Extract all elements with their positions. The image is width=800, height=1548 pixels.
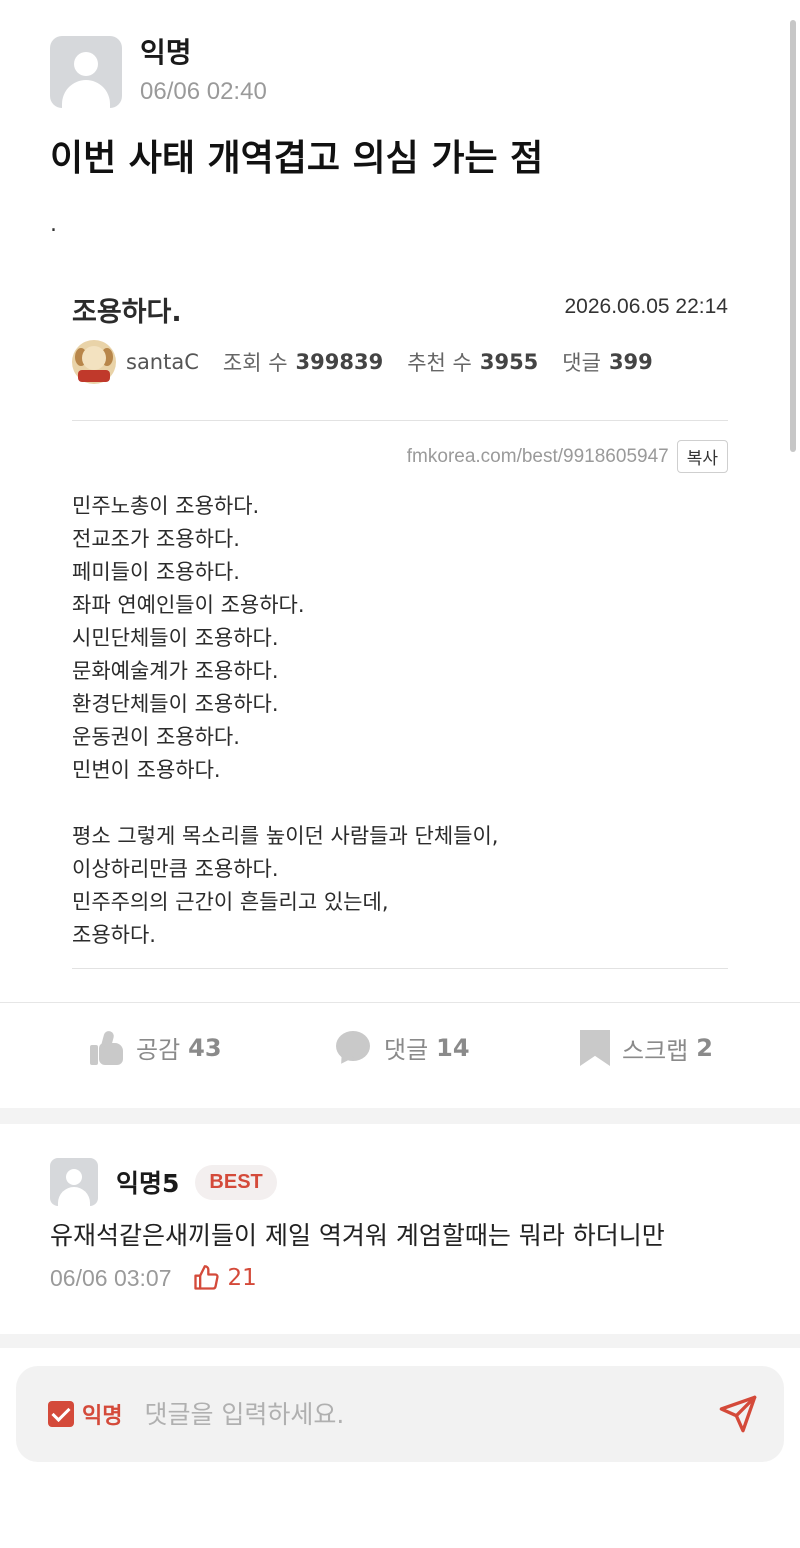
author-name[interactable]: 익명 <box>140 36 267 70</box>
section-separator <box>0 1108 800 1124</box>
embed-line: 시민단체들이 조용하다. <box>72 626 279 650</box>
anonymous-label[interactable]: 익명 <box>82 1398 122 1430</box>
divider <box>72 420 728 421</box>
embed-line: 민주노총이 조용하다. <box>72 494 260 518</box>
comment-author[interactable]: 익명5 <box>116 1164 179 1200</box>
comment-date: 06/06 03:07 <box>50 1264 172 1291</box>
like-button[interactable]: 공감 43 <box>90 1029 222 1065</box>
comment-header: 익명5 BEST <box>50 1158 770 1206</box>
embed-title: 조용하다. <box>72 297 182 328</box>
post-header: 익명 06/06 02:40 <box>50 36 267 108</box>
copy-button[interactable]: 복사 <box>676 440 728 473</box>
avatar-icon[interactable] <box>50 1158 98 1206</box>
recommend-count: 3955 <box>479 350 539 374</box>
scrap-label: 스크랩 <box>622 1036 689 1065</box>
views-count: 399839 <box>295 350 384 374</box>
author-block: 익명 06/06 02:40 <box>140 36 267 108</box>
thumbs-up-icon <box>90 1029 124 1065</box>
avatar-icon[interactable] <box>50 36 122 108</box>
views-label: 조회 수 <box>222 351 288 375</box>
embed-line: 전교조가 조용하다. <box>72 527 240 551</box>
embed-url-row: fmkorea.com/best/9918605947 복사 <box>407 440 728 473</box>
dog-avatar-icon <box>72 340 116 384</box>
post-title: 이번 사태 개역겹고 의심 가는 점 <box>50 138 544 179</box>
post-date: 06/06 02:40 <box>140 78 267 105</box>
embed-line: 운동권이 조용하다. <box>72 725 240 749</box>
like-label: 공감 <box>136 1036 181 1064</box>
comment-input[interactable] <box>144 1399 665 1429</box>
embed-author: santaC <box>126 350 199 374</box>
recommend-label: 추천 수 <box>407 351 472 375</box>
embed-line: 페미들이 조용하다. <box>72 560 240 584</box>
scrap-count: 2 <box>696 1034 713 1062</box>
comment-text: 유재석같은새끼들이 제일 역겨워 계엄할때는 뭐라 하더니만 <box>50 1221 665 1250</box>
divider <box>72 968 728 969</box>
comment-label: 댓글 <box>384 1036 429 1064</box>
action-bar: 공감 43 댓글 14 스크랩 2 <box>0 1029 800 1084</box>
embed-line: 평소 그렇게 목소리를 높이던 사람들과 단체들이, <box>72 824 499 848</box>
embed-line: 조용하다. <box>72 923 156 947</box>
section-separator <box>0 1334 800 1348</box>
best-badge: BEST <box>195 1164 277 1200</box>
embed-line: 이상하리만큼 조용하다. <box>72 857 279 881</box>
comment-footer: 06/06 03:07 21 <box>50 1264 770 1292</box>
embed-meta: santaC 조회 수 399839 추천 수 3955 댓글 399 <box>72 340 653 384</box>
anonymous-checkbox[interactable] <box>48 1401 74 1427</box>
best-comment: 익명5 BEST 유재석같은새끼들이 제일 역겨워 계엄할때는 뭐라 하더니만 … <box>50 1158 770 1292</box>
embed-line: 환경단체들이 조용하다. <box>72 692 279 716</box>
post-body-text: . <box>50 212 57 237</box>
divider <box>0 1002 800 1003</box>
scrap-button[interactable]: 스크랩 2 <box>580 1030 713 1066</box>
bookmark-icon <box>580 1030 610 1066</box>
embed-line: 문화예술계가 조용하다. <box>72 659 279 683</box>
comment-count: 14 <box>436 1033 470 1062</box>
embed-comments-label: 댓글 <box>562 351 601 375</box>
comment-button[interactable]: 댓글 14 <box>335 1030 470 1068</box>
source-url[interactable]: fmkorea.com/best/9918605947 <box>407 446 669 468</box>
embed-line: 민주주의의 근간이 흔들리고 있는데, <box>72 890 389 914</box>
embed-line: 민변이 조용하다. <box>72 758 221 782</box>
send-icon[interactable] <box>718 1394 758 1434</box>
speech-bubble-icon <box>335 1030 372 1068</box>
comment-like-button[interactable]: 21 <box>192 1264 257 1292</box>
embed-body: 민주노총이 조용하다. 전교조가 조용하다. 페미들이 조용하다. 좌파 연예인… <box>72 490 498 952</box>
like-count: 43 <box>188 1033 222 1062</box>
thumbs-up-icon <box>193 1265 219 1290</box>
scrollbar[interactable] <box>790 20 796 452</box>
embed-line: 좌파 연예인들이 조용하다. <box>72 593 305 617</box>
comment-input-bar: 익명 <box>16 1366 784 1462</box>
embed-comments-count: 399 <box>608 350 653 374</box>
embed-date: 2026.06.05 22:14 <box>564 295 729 318</box>
comment-like-count: 21 <box>227 1265 257 1291</box>
